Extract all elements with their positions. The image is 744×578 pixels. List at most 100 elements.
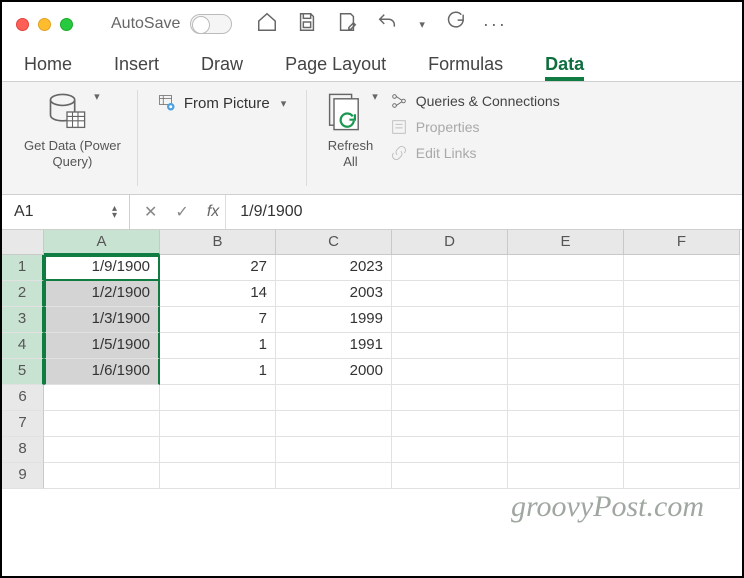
autosave-toggle[interactable] [190,14,232,34]
cell[interactable]: 1999 [276,307,392,333]
cell[interactable] [276,411,392,437]
row-header[interactable]: 9 [2,463,44,489]
cell[interactable] [624,255,740,281]
cell[interactable] [624,437,740,463]
cell[interactable]: 1/3/1900 [44,307,160,333]
cell[interactable] [624,307,740,333]
cell[interactable] [624,281,740,307]
cell[interactable]: 7 [160,307,276,333]
watermark: groovyPost.com [511,490,704,524]
cell[interactable] [160,385,276,411]
queries-connections-button[interactable]: Queries & Connections [390,92,560,110]
cell[interactable]: 1/6/1900 [44,359,160,385]
tab-page-layout[interactable]: Page Layout [285,54,386,81]
row-header[interactable]: 6 [2,385,44,411]
redo-icon[interactable] [443,11,465,38]
row-header[interactable]: 5 [2,359,44,385]
autosave-control[interactable]: AutoSave [111,14,232,34]
cell[interactable] [624,385,740,411]
cell[interactable]: 14 [160,281,276,307]
more-commands-button[interactable]: ··· [483,14,507,35]
cell[interactable]: 1/2/1900 [44,281,160,307]
cell[interactable] [508,281,624,307]
row-header[interactable]: 8 [2,437,44,463]
save-icon[interactable] [296,11,318,38]
name-box-stepper[interactable]: ▴▾ [112,205,117,219]
tab-draw[interactable]: Draw [201,54,243,81]
cell[interactable] [160,463,276,489]
undo-dropdown[interactable]: ▾ [419,18,425,31]
save-as-icon[interactable] [336,11,358,38]
column-header[interactable]: A [44,230,160,255]
row-header[interactable]: 1 [2,255,44,281]
cell[interactable] [508,333,624,359]
name-box[interactable]: A1 ▴▾ [2,195,130,229]
cell[interactable] [392,463,508,489]
tab-formulas[interactable]: Formulas [428,54,503,81]
column-header[interactable]: D [392,230,508,255]
cell[interactable] [392,307,508,333]
cell[interactable] [392,411,508,437]
cell[interactable] [276,437,392,463]
close-window-button[interactable] [16,18,29,31]
cell[interactable]: 2003 [276,281,392,307]
cell[interactable] [392,255,508,281]
cell[interactable] [508,307,624,333]
cell[interactable] [392,359,508,385]
cell[interactable] [508,359,624,385]
cell[interactable]: 1991 [276,333,392,359]
cell[interactable] [44,437,160,463]
cancel-formula-icon[interactable]: ✕ [144,202,157,222]
cell[interactable]: 1 [160,333,276,359]
select-all-corner[interactable] [2,230,44,255]
cell[interactable] [624,463,740,489]
cell[interactable] [160,411,276,437]
cell[interactable] [392,437,508,463]
cell[interactable] [392,385,508,411]
refresh-group[interactable]: ▾ Refresh All [315,90,390,186]
cell[interactable] [508,385,624,411]
cell[interactable] [392,281,508,307]
cell[interactable] [508,411,624,437]
spreadsheet-grid[interactable]: ABCDEF11/9/190027202321/2/190014200331/3… [2,230,742,489]
cell[interactable] [508,255,624,281]
cell[interactable] [276,385,392,411]
column-header[interactable]: F [624,230,740,255]
column-header[interactable]: C [276,230,392,255]
undo-icon[interactable] [376,11,398,38]
cell[interactable]: 1/5/1900 [44,333,160,359]
accept-formula-icon[interactable]: ✓ [175,202,188,222]
cell[interactable] [44,385,160,411]
cell[interactable]: 1/9/1900 [44,255,160,281]
row-header[interactable]: 7 [2,411,44,437]
home-icon[interactable] [256,11,278,38]
row-header[interactable]: 2 [2,281,44,307]
cell[interactable] [624,359,740,385]
cell[interactable] [392,333,508,359]
fx-icon[interactable]: fx [207,203,219,221]
cell[interactable] [508,463,624,489]
cell[interactable] [44,463,160,489]
maximize-window-button[interactable] [60,18,73,31]
cell[interactable] [276,463,392,489]
cell[interactable] [624,333,740,359]
cell[interactable]: 1 [160,359,276,385]
tab-insert[interactable]: Insert [114,54,159,81]
column-header[interactable]: E [508,230,624,255]
cell[interactable] [624,411,740,437]
tab-home[interactable]: Home [24,54,72,81]
cell[interactable]: 2000 [276,359,392,385]
tab-data[interactable]: Data [545,54,584,81]
cell[interactable] [160,437,276,463]
cell[interactable] [44,411,160,437]
cell[interactable]: 27 [160,255,276,281]
minimize-window-button[interactable] [38,18,51,31]
row-header[interactable]: 3 [2,307,44,333]
cell[interactable]: 2023 [276,255,392,281]
get-data-group[interactable]: ▾ Get Data (Power Query) [16,90,138,186]
from-picture-button[interactable]: From Picture ▾ [154,92,290,114]
formula-input[interactable]: 1/9/1900 [225,195,302,229]
cell[interactable] [508,437,624,463]
column-header[interactable]: B [160,230,276,255]
row-header[interactable]: 4 [2,333,44,359]
